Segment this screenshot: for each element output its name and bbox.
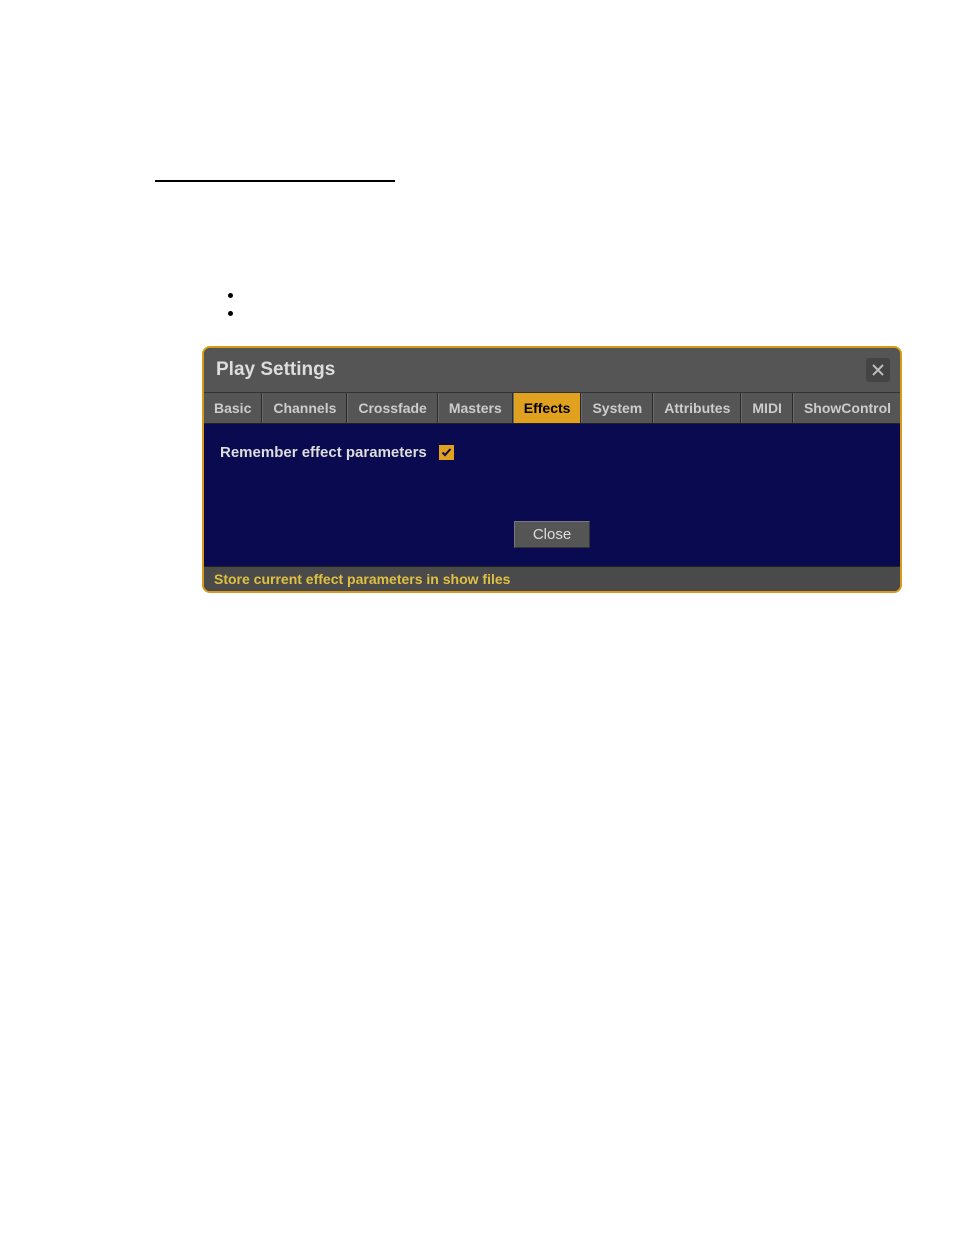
- tab-bar: Basic Channels Crossfade Masters Effects…: [204, 393, 900, 424]
- tab-basic[interactable]: Basic: [204, 393, 262, 423]
- dialog-content: Remember effect parameters Close: [204, 424, 900, 566]
- underline-decoration: [155, 180, 395, 182]
- check-icon: [441, 447, 452, 458]
- close-icon: [871, 363, 885, 377]
- footer-button-row: Close: [220, 521, 884, 548]
- close-icon-button[interactable]: [866, 358, 890, 382]
- remember-effect-checkbox[interactable]: [439, 445, 454, 460]
- bullet-dot: [228, 293, 233, 298]
- dialog-title: Play Settings: [216, 359, 335, 381]
- titlebar: Play Settings: [204, 348, 900, 393]
- bullet-dot: [228, 311, 233, 316]
- tab-showcontrol[interactable]: ShowControl: [793, 393, 902, 423]
- play-settings-dialog: Play Settings Basic Channels Crossfade M…: [202, 346, 902, 593]
- tab-channels[interactable]: Channels: [262, 393, 347, 423]
- setting-label: Remember effect parameters: [220, 444, 427, 461]
- tab-crossfade[interactable]: Crossfade: [347, 393, 437, 423]
- tab-masters[interactable]: Masters: [438, 393, 513, 423]
- status-bar: Store current effect parameters in show …: [204, 566, 900, 591]
- close-button[interactable]: Close: [514, 521, 590, 548]
- tab-attributes[interactable]: Attributes: [653, 393, 741, 423]
- tab-system[interactable]: System: [581, 393, 653, 423]
- setting-row: Remember effect parameters: [220, 444, 884, 461]
- tab-midi[interactable]: MIDI: [741, 393, 793, 423]
- tab-effects[interactable]: Effects: [513, 393, 582, 423]
